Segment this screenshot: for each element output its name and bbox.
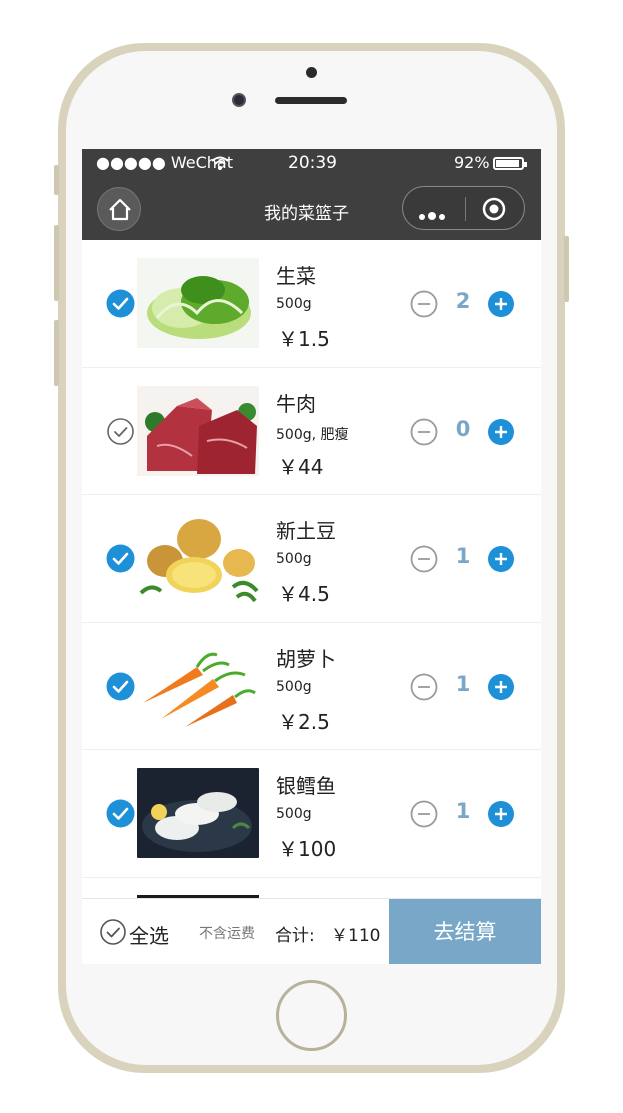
home-button[interactable] xyxy=(276,980,347,1051)
nav-bar: 我的菜篮子 xyxy=(82,177,541,240)
cart-list: 生菜 500g ￥1.5 2 牛肉 500g, 肥瘦 ￥44 0 新土豆 500… xyxy=(82,240,541,878)
item-spec: 500g xyxy=(276,806,312,822)
page-title: 我的菜篮子 xyxy=(264,204,349,224)
total-value: ￥110 xyxy=(331,926,381,946)
unchecked-circle-icon[interactable] xyxy=(106,417,135,446)
volume-up-button xyxy=(54,225,59,301)
proximity-sensor xyxy=(306,67,317,78)
battery-fill xyxy=(496,160,519,167)
plus-button[interactable] xyxy=(487,673,515,701)
front-camera xyxy=(232,93,246,107)
beef-image xyxy=(137,385,259,476)
potato-image xyxy=(137,513,259,603)
item-quantity: 1 xyxy=(455,799,471,823)
target-circle-icon[interactable] xyxy=(481,196,507,222)
plus-button[interactable] xyxy=(487,418,515,446)
minus-button[interactable] xyxy=(410,800,438,828)
status-time: 20:39 xyxy=(288,153,337,173)
shipping-note: 不含运费 xyxy=(199,926,255,942)
checked-circle-icon[interactable] xyxy=(106,672,135,701)
minus-button[interactable] xyxy=(410,290,438,318)
battery-icon xyxy=(493,157,527,170)
status-bar: ●●●●● WeChat 20:39 92% xyxy=(82,149,541,177)
minus-button[interactable] xyxy=(410,545,438,573)
total-label: 合计: xyxy=(275,926,315,946)
item-quantity: 1 xyxy=(455,671,471,696)
mute-switch xyxy=(54,165,59,195)
lettuce-image xyxy=(137,258,259,348)
item-price: ￥2.5 xyxy=(278,709,330,734)
carrot-image xyxy=(137,640,259,731)
item-spec: 500g xyxy=(276,551,312,567)
home-icon xyxy=(109,198,131,221)
cart-item: 生菜 500g ￥1.5 2 xyxy=(82,240,541,368)
item-spec: 500g, 肥瘦 xyxy=(276,426,349,443)
mini-program-capsule xyxy=(402,186,525,230)
item-name: 牛肉 xyxy=(276,391,316,416)
item-name: 生菜 xyxy=(276,264,316,288)
item-quantity: 1 xyxy=(455,544,471,568)
checkout-bar: 全选 不含运费 合计: ￥110 去结算 xyxy=(82,898,541,964)
select-all-checkbox-icon[interactable] xyxy=(99,918,127,946)
item-quantity: 0 xyxy=(455,416,471,441)
plus-button[interactable] xyxy=(487,800,515,828)
item-spec: 500g xyxy=(276,296,312,312)
more-dots-icon[interactable] xyxy=(419,205,448,224)
item-name: 胡萝卜 xyxy=(276,646,336,671)
checked-circle-icon[interactable] xyxy=(106,289,135,318)
cart-item: 银鳕鱼 500g ￥100 1 xyxy=(82,750,541,878)
checked-circle-icon[interactable] xyxy=(106,799,135,828)
power-button xyxy=(564,236,569,302)
wifi-icon xyxy=(211,156,229,170)
cod-fish-image xyxy=(137,768,259,858)
plus-button[interactable] xyxy=(487,290,515,318)
item-name: 银鳕鱼 xyxy=(276,774,336,798)
checkout-button[interactable]: 去结算 xyxy=(389,899,541,964)
earpiece-speaker xyxy=(275,97,347,104)
volume-down-button xyxy=(54,320,59,386)
plus-button[interactable] xyxy=(487,545,515,573)
cart-item: 胡萝卜 500g ￥2.5 1 xyxy=(82,623,541,750)
item-price: ￥44 xyxy=(278,454,324,479)
app-screen: ●●●●● WeChat 20:39 92% 我的菜篮子 生菜 500g ￥1.… xyxy=(82,149,541,964)
minus-button[interactable] xyxy=(410,673,438,701)
item-name: 新土豆 xyxy=(276,519,336,543)
nav-home-button[interactable] xyxy=(97,187,141,231)
cart-item: 牛肉 500g, 肥瘦 ￥44 0 xyxy=(82,368,541,495)
select-all-label[interactable]: 全选 xyxy=(129,920,169,949)
battery-percent: 92% xyxy=(454,153,490,172)
item-price: ￥4.5 xyxy=(278,582,330,606)
item-quantity: 2 xyxy=(455,289,471,313)
checked-circle-icon[interactable] xyxy=(106,544,135,573)
minus-button[interactable] xyxy=(410,418,438,446)
item-price: ￥100 xyxy=(278,837,337,861)
cart-item: 新土豆 500g ￥4.5 1 xyxy=(82,495,541,623)
item-spec: 500g xyxy=(276,678,312,695)
item-price: ￥1.5 xyxy=(278,327,330,351)
